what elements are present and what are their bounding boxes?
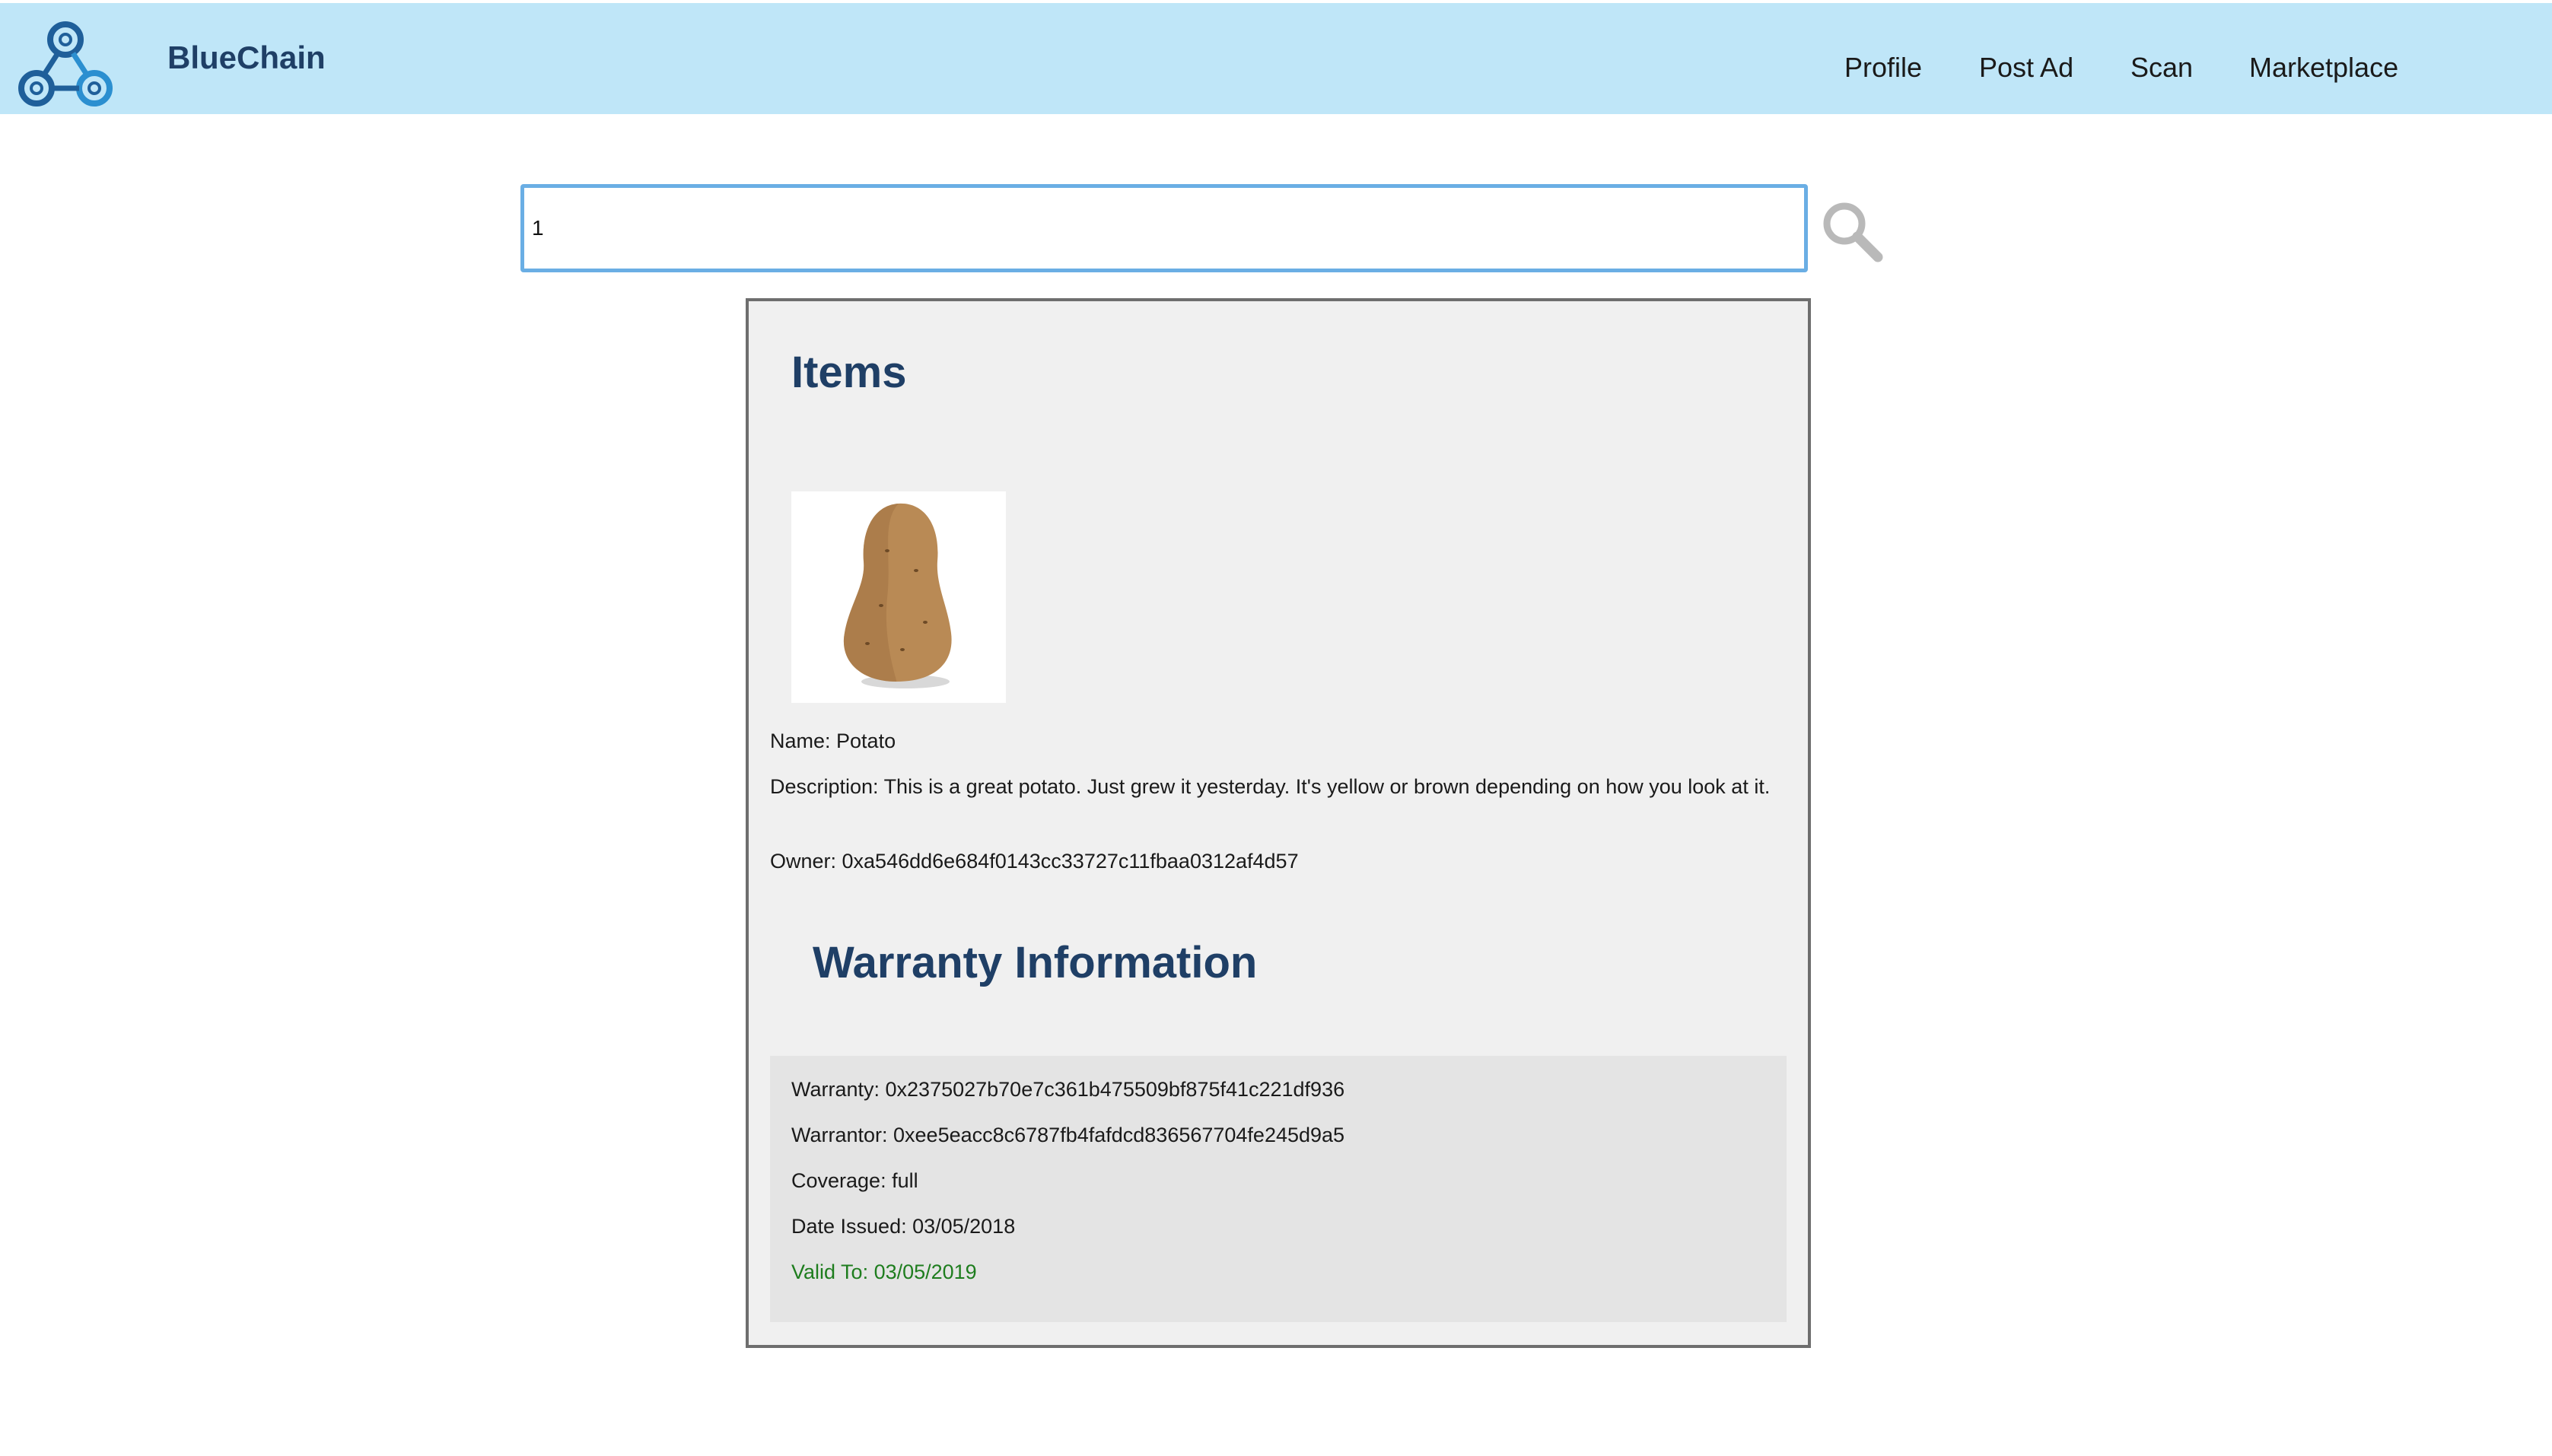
search-icon[interactable]	[1820, 199, 1884, 263]
warranty-date-issued: Date Issued: 03/05/2018	[791, 1215, 1016, 1238]
search-results-panel: Items Name: Potato Description: This is …	[746, 298, 1811, 1348]
item-description: Description: This is a great potato. Jus…	[770, 775, 1771, 798]
item-owner: Owner: 0xa546dd6e684f0143cc33727c11fbaa0…	[770, 850, 1299, 873]
navbar: BlueChain Profile Post Ad Scan Marketpla…	[0, 3, 2552, 114]
nav-marketplace-link[interactable]: Marketplace	[2249, 52, 2398, 84]
brand-title[interactable]: BlueChain	[167, 40, 326, 76]
bluechain-logo-icon[interactable]	[18, 20, 116, 110]
warranty-details-box: Warranty: 0x2375027b70e7c361b475509bf875…	[770, 1056, 1787, 1322]
nav-profile-link[interactable]: Profile	[1844, 52, 1922, 84]
warranty-valid-to: Valid To: 03/05/2019	[791, 1260, 977, 1283]
items-heading: Items	[791, 348, 907, 397]
warranty-address: Warranty: 0x2375027b70e7c361b475509bf875…	[791, 1078, 1345, 1101]
warranty-coverage: Coverage: full	[791, 1169, 918, 1192]
potato-image	[791, 491, 1006, 703]
warrantor-address: Warrantor: 0xee5eacc8c6787fb4fafdcd83656…	[791, 1124, 1345, 1146]
nav-post-ad-link[interactable]: Post Ad	[1979, 52, 2073, 84]
item-name: Name: Potato	[770, 730, 896, 752]
search-input[interactable]	[520, 184, 1808, 272]
warranty-heading: Warranty Information	[813, 938, 1258, 987]
nav-scan-link[interactable]: Scan	[2130, 52, 2193, 84]
